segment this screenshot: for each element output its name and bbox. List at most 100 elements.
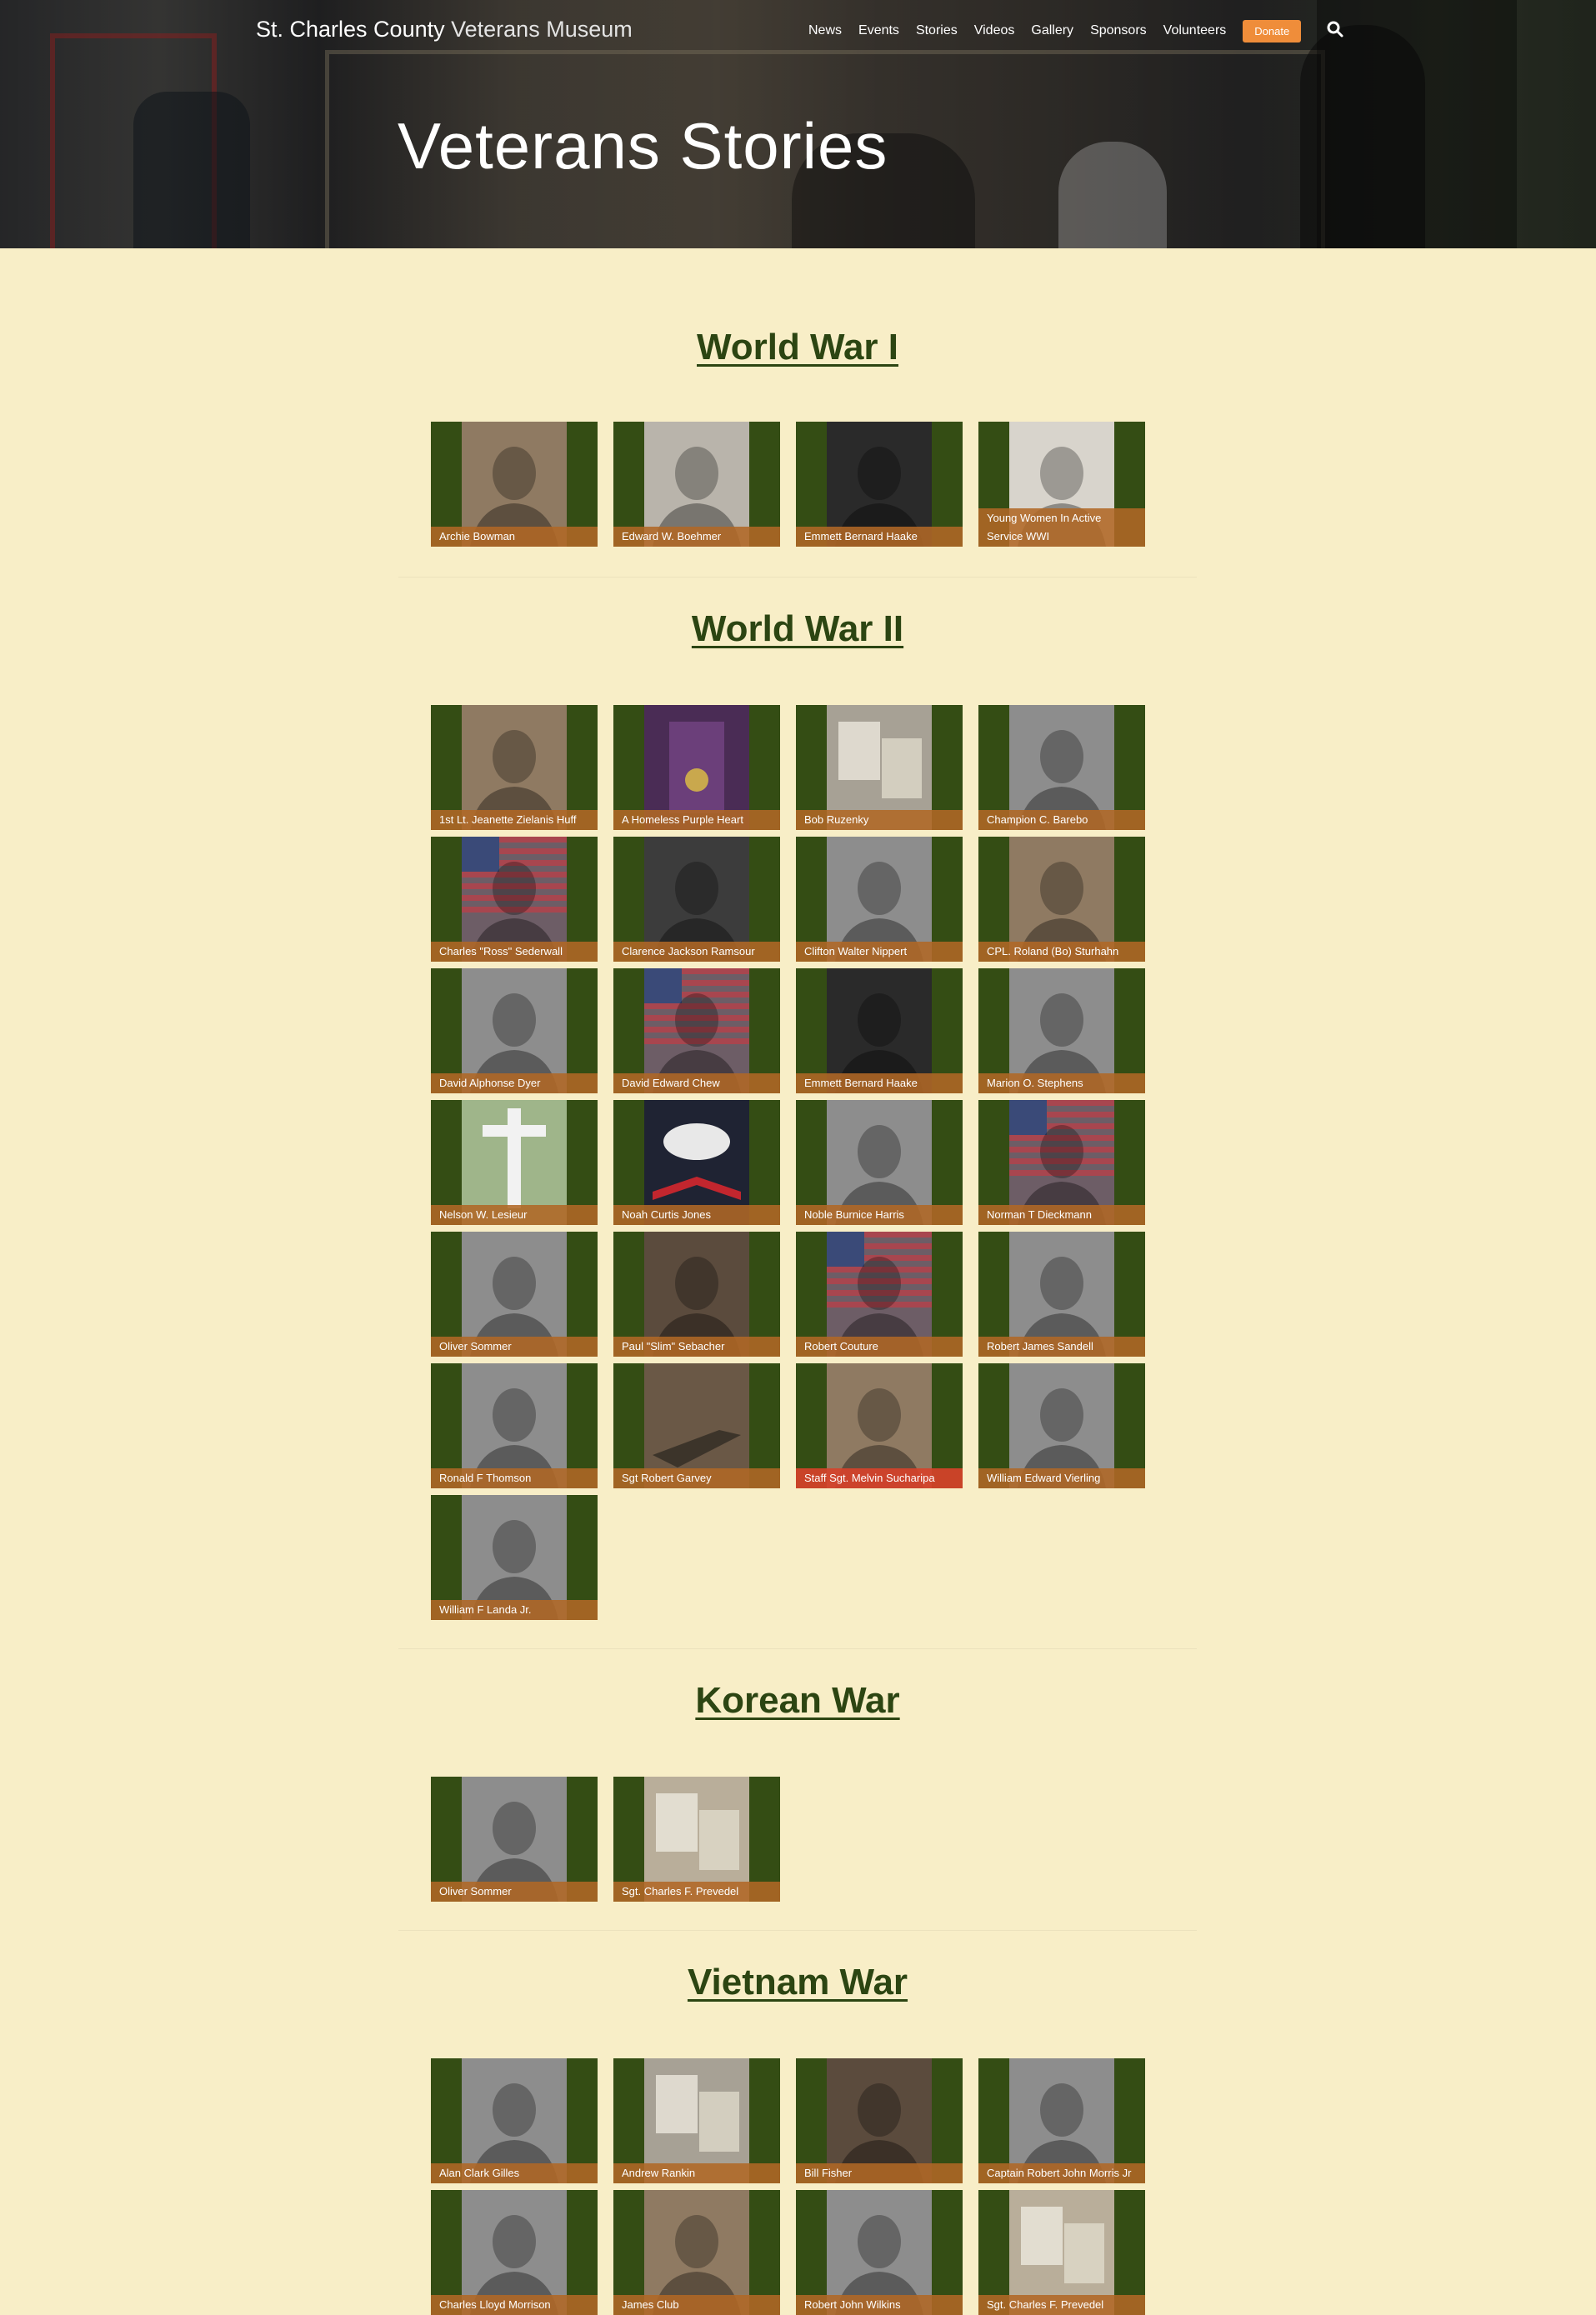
- story-card-label: Young Women In Active Service WWI: [978, 508, 1145, 547]
- uniform-mannequin-right: [1300, 25, 1425, 248]
- story-card[interactable]: Robert James Sandell: [978, 1232, 1145, 1357]
- story-card-label: Staff Sgt. Melvin Sucharipa: [796, 1468, 963, 1488]
- page-title: Veterans Stories: [398, 109, 888, 182]
- story-card[interactable]: Bob Ruzenky: [796, 705, 963, 830]
- story-card[interactable]: Ronald F Thomson: [431, 1363, 598, 1488]
- story-card-label: Bill Fisher: [796, 2163, 963, 2183]
- section-title[interactable]: Vietnam War: [398, 1962, 1197, 2003]
- story-card[interactable]: Charles Lloyd Morrison: [431, 2190, 598, 2315]
- story-card[interactable]: Bill Fisher: [796, 2058, 963, 2183]
- story-card[interactable]: Noble Burnice Harris: [796, 1100, 963, 1225]
- story-card[interactable]: William F Landa Jr.: [431, 1495, 598, 1620]
- section-title[interactable]: World War II: [398, 608, 1197, 650]
- story-card[interactable]: Oliver Sommer: [431, 1232, 598, 1357]
- story-card-label: David Edward Chew: [613, 1073, 780, 1093]
- nav-stories[interactable]: Stories: [916, 23, 958, 38]
- story-card-label: James Club: [613, 2295, 780, 2315]
- story-card[interactable]: Staff Sgt. Melvin Sucharipa: [796, 1363, 963, 1488]
- story-card-label: Paul "Slim" Sebacher: [613, 1337, 780, 1357]
- story-card[interactable]: Sgt. Charles F. Prevedel: [978, 2190, 1145, 2315]
- story-card[interactable]: Young Women In Active Service WWI: [978, 422, 1145, 547]
- story-card-label: Andrew Rankin: [613, 2163, 780, 2183]
- story-card[interactable]: James Club: [613, 2190, 780, 2315]
- section-heading-wrap: Korean War: [398, 1680, 1197, 1722]
- story-card[interactable]: A Homeless Purple Heart: [613, 705, 780, 830]
- story-card[interactable]: Captain Robert John Morris Jr: [978, 2058, 1145, 2183]
- story-card[interactable]: CPL. Roland (Bo) Sturhahn: [978, 837, 1145, 962]
- story-card[interactable]: Edward W. Boehmer: [613, 422, 780, 547]
- section-heading-wrap: World War II: [398, 608, 1197, 650]
- story-card[interactable]: David Edward Chew: [613, 968, 780, 1093]
- story-card-label: Sgt. Charles F. Prevedel: [978, 2295, 1145, 2315]
- nav-videos[interactable]: Videos: [974, 23, 1015, 38]
- story-card-label: Emmett Bernard Haake: [796, 527, 963, 547]
- story-card[interactable]: Champion C. Barebo: [978, 705, 1145, 830]
- story-card[interactable]: Emmett Bernard Haake: [796, 422, 963, 547]
- cap-display: [1058, 142, 1167, 248]
- donate-button[interactable]: Donate: [1243, 19, 1302, 42]
- story-card-label: Clifton Walter Nippert: [796, 942, 963, 962]
- story-card-label: Alan Clark Gilles: [431, 2163, 598, 2183]
- section-heading-wrap: World War I: [398, 327, 1197, 368]
- brand-strong: St. Charles County: [256, 17, 445, 42]
- nav-gallery[interactable]: Gallery: [1031, 23, 1073, 38]
- story-card[interactable]: Oliver Sommer: [431, 1777, 598, 1902]
- story-card[interactable]: Clifton Walter Nippert: [796, 837, 963, 962]
- story-card[interactable]: 1st Lt. Jeanette Zielanis Huff: [431, 705, 598, 830]
- story-card-label: Sgt Robert Garvey: [613, 1468, 780, 1488]
- story-card-label: Oliver Sommer: [431, 1882, 598, 1902]
- story-card-label: CPL. Roland (Bo) Sturhahn: [978, 942, 1145, 962]
- story-card[interactable]: Paul "Slim" Sebacher: [613, 1232, 780, 1357]
- story-card-label: Norman T Dieckmann: [978, 1205, 1145, 1225]
- story-card[interactable]: Sgt Robert Garvey: [613, 1363, 780, 1488]
- story-card[interactable]: Alan Clark Gilles: [431, 2058, 598, 2183]
- story-card[interactable]: Noah Curtis Jones: [613, 1100, 780, 1225]
- story-card-label: Noah Curtis Jones: [613, 1205, 780, 1225]
- nav-news[interactable]: News: [808, 23, 842, 38]
- site-logo-link[interactable]: St. Charles County Veterans Museum: [256, 17, 633, 42]
- story-card-label: Nelson W. Lesieur: [431, 1205, 598, 1225]
- story-card-label: A Homeless Purple Heart: [613, 810, 780, 830]
- story-card-label: Robert Couture: [796, 1337, 963, 1357]
- section-divider: [398, 577, 1197, 578]
- story-card[interactable]: Charles "Ross" Sederwall: [431, 837, 598, 962]
- story-card[interactable]: Nelson W. Lesieur: [431, 1100, 598, 1225]
- hero-banner: St. Charles County Veterans Museum News …: [0, 0, 1596, 248]
- story-card[interactable]: Robert Couture: [796, 1232, 963, 1357]
- story-card-label: William F Landa Jr.: [431, 1600, 598, 1620]
- story-card[interactable]: Sgt. Charles F. Prevedel: [613, 1777, 780, 1902]
- section-title[interactable]: Korean War: [398, 1680, 1197, 1722]
- nav-events[interactable]: Events: [858, 23, 899, 38]
- story-card[interactable]: Norman T Dieckmann: [978, 1100, 1145, 1225]
- story-card[interactable]: Andrew Rankin: [613, 2058, 780, 2183]
- nav-volunteers[interactable]: Volunteers: [1163, 23, 1227, 38]
- story-card-label: Bob Ruzenky: [796, 810, 963, 830]
- story-card[interactable]: David Alphonse Dyer: [431, 968, 598, 1093]
- story-card-label: 1st Lt. Jeanette Zielanis Huff: [431, 810, 598, 830]
- story-card-label: Robert James Sandell: [978, 1337, 1145, 1357]
- story-card-label: Marion O. Stephens: [978, 1073, 1145, 1093]
- section-divider: [398, 1648, 1197, 1649]
- story-card-label: Champion C. Barebo: [978, 810, 1145, 830]
- story-card[interactable]: William Edward Vierling: [978, 1363, 1145, 1488]
- story-card[interactable]: Marion O. Stephens: [978, 968, 1145, 1093]
- uniform-mannequin: [133, 92, 250, 248]
- story-card-label: Noble Burnice Harris: [796, 1205, 963, 1225]
- story-card[interactable]: Archie Bowman: [431, 422, 598, 547]
- story-card-label: William Edward Vierling: [978, 1468, 1145, 1488]
- story-card-label: Archie Bowman: [431, 527, 598, 547]
- story-card-label: Ronald F Thomson: [431, 1468, 598, 1488]
- story-card-label: Emmett Bernard Haake: [796, 1073, 963, 1093]
- search-icon[interactable]: [1326, 20, 1344, 38]
- nav-sponsors[interactable]: Sponsors: [1090, 23, 1147, 38]
- story-card[interactable]: Emmett Bernard Haake: [796, 968, 963, 1093]
- story-card-label: Oliver Sommer: [431, 1337, 598, 1357]
- story-card[interactable]: Clarence Jackson Ramsour: [613, 837, 780, 962]
- story-card-label: Charles Lloyd Morrison: [431, 2295, 598, 2315]
- story-card[interactable]: Robert John Wilkins: [796, 2190, 963, 2315]
- brand-light: Veterans Museum: [451, 17, 633, 42]
- story-card-label: Sgt. Charles F. Prevedel: [613, 1882, 780, 1902]
- story-card-label: Clarence Jackson Ramsour: [613, 942, 780, 962]
- story-card-label: Captain Robert John Morris Jr: [978, 2163, 1145, 2183]
- section-title[interactable]: World War I: [398, 327, 1197, 368]
